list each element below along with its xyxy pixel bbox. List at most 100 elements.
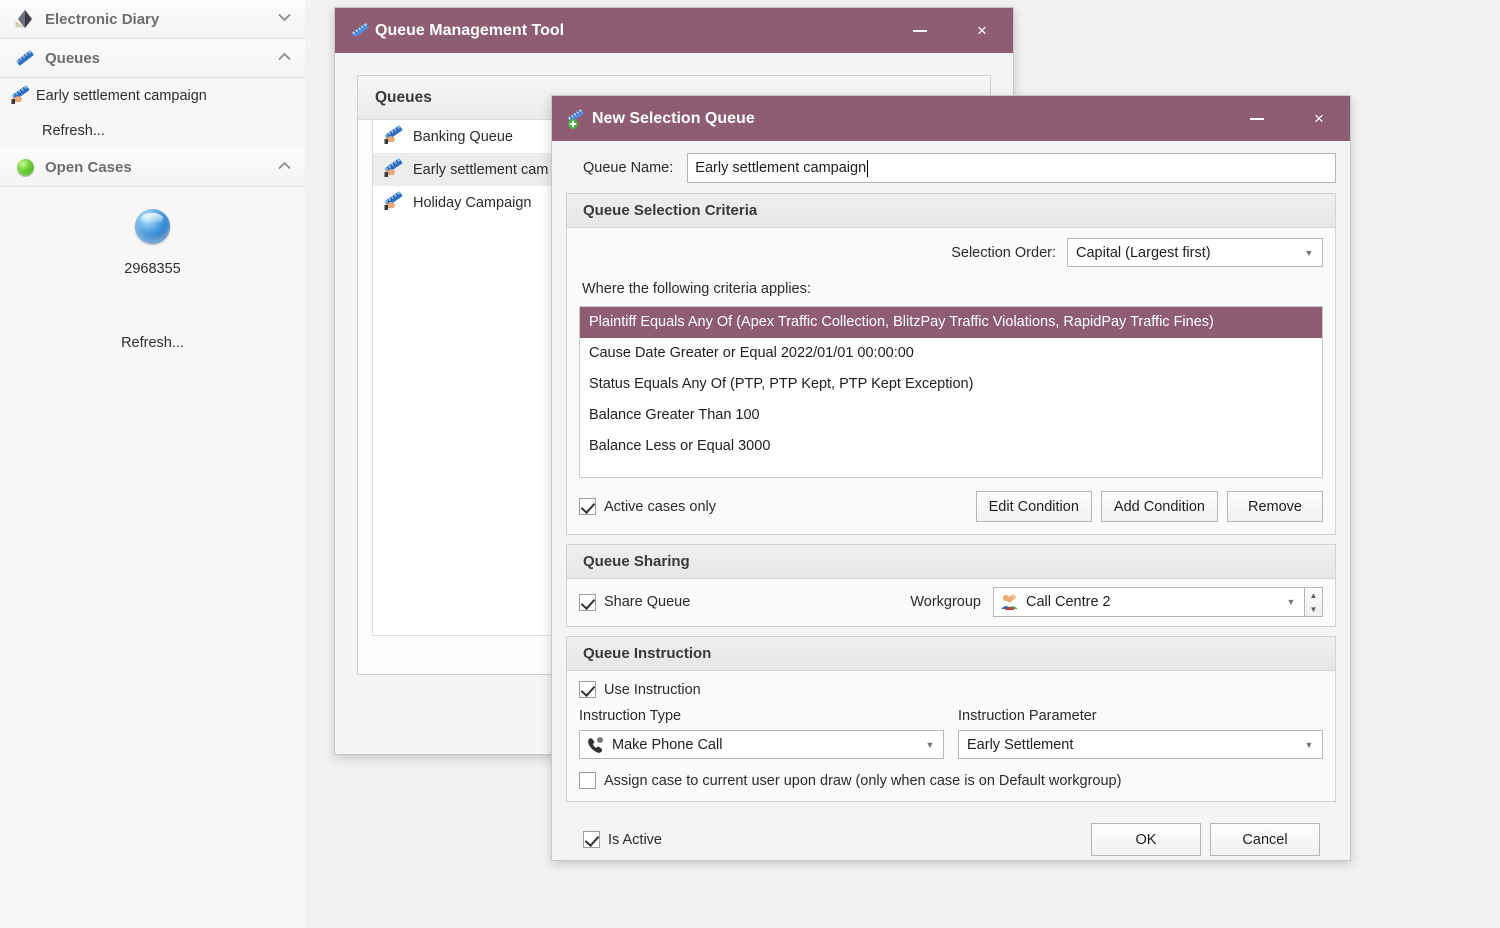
use-instruction-label: Use Instruction — [604, 681, 701, 698]
criteria-actions: Active cases only Edit Condition Add Con… — [579, 491, 1323, 522]
sidebar-queues-refresh[interactable]: Refresh... — [0, 114, 305, 148]
checkbox-box — [579, 772, 596, 789]
instruction-parameter-label: Instruction Parameter — [958, 708, 1097, 724]
group-title: Queue Selection Criteria — [567, 194, 1335, 228]
add-condition-button[interactable]: Add Condition — [1100, 491, 1218, 522]
instruction-type-column: Instruction Type Make Phone Call ▼ — [579, 708, 944, 759]
sidebar-refresh-label: Refresh... — [42, 123, 105, 139]
criteria-list[interactable]: Plaintiff Equals Any Of (Apex Traffic Co… — [579, 306, 1323, 478]
criteria-row[interactable]: Balance Less or Equal 3000 — [580, 431, 1322, 462]
new-queue-icon — [566, 108, 592, 130]
green-sphere-icon — [14, 157, 36, 177]
sidebar-section-title: Open Cases — [45, 158, 132, 176]
assign-case-checkbox[interactable]: Assign case to current user upon draw (o… — [579, 772, 1323, 789]
share-queue-row: Share Queue Workgroup Call Centre 2 ▼ ▲ … — [579, 587, 1323, 617]
close-icon[interactable]: × — [1288, 96, 1350, 141]
selection-order-dropdown[interactable]: Capital (Largest first) ▼ — [1067, 238, 1323, 267]
chevron-down-icon[interactable]: ▼ — [1296, 239, 1322, 266]
sidebar-section-electronic-diary[interactable]: Electronic Diary — [0, 0, 305, 39]
chevron-up-icon[interactable] — [278, 52, 291, 63]
criteria-intro-label: Where the following criteria applies: — [582, 281, 811, 297]
instruction-type-label: Instruction Type — [579, 708, 682, 724]
dialog-action-buttons: OK Cancel — [1082, 823, 1320, 856]
workgroup-people-icon — [1000, 593, 1026, 611]
checkbox-box — [579, 498, 596, 515]
group-title: Queue Instruction — [567, 637, 1335, 671]
dialog-titlebar: New Selection Queue – × — [552, 96, 1350, 141]
open-cases-bubble-icon[interactable] — [135, 209, 170, 244]
ok-button[interactable]: OK — [1091, 823, 1201, 856]
dialog-title: New Selection Queue — [592, 109, 755, 127]
sharing-group-body: Share Queue Workgroup Call Centre 2 ▼ ▲ … — [567, 579, 1335, 626]
dialog-body: Queue Name: Early settlement campaign Qu… — [552, 141, 1350, 856]
workgroup-dropdown[interactable]: Call Centre 2 ▼ — [993, 587, 1305, 617]
selection-order-label: Selection Order: — [951, 244, 1056, 261]
qmt-title: Queue Management Tool — [375, 21, 565, 39]
spinner-down-icon[interactable]: ▼ — [1305, 602, 1322, 616]
qmt-window-controls: – × — [889, 8, 1013, 53]
sidebar-item-label: Early settlement campaign — [36, 88, 207, 104]
queue-hand-icon — [10, 84, 36, 109]
close-icon[interactable]: × — [951, 8, 1013, 53]
chevron-up-icon[interactable] — [278, 161, 291, 172]
sidebar-section-title: Electronic Diary — [45, 10, 160, 28]
sidebar-section-open-cases[interactable]: Open Cases — [0, 148, 305, 187]
remove-button[interactable]: Remove — [1227, 491, 1323, 522]
chevron-down-icon[interactable]: ▼ — [917, 731, 943, 758]
queue-name-label: Queue Name: — [583, 160, 674, 176]
sidebar-section-queues[interactable]: Queues — [0, 39, 305, 78]
checkbox-box — [579, 593, 596, 611]
queue-sharing-group: Queue Sharing Share Queue Workgroup Call… — [566, 544, 1336, 627]
is-active-checkbox[interactable]: Is Active — [583, 831, 662, 848]
chevron-down-icon[interactable]: ▼ — [1296, 731, 1322, 758]
selection-order-row: Selection Order: Capital (Largest first)… — [579, 238, 1323, 267]
workgroup-spinner[interactable]: ▲ ▼ — [1305, 587, 1323, 617]
criteria-row[interactable]: Status Equals Any Of (PTP, PTP Kept, PTP… — [580, 369, 1322, 400]
phone-call-icon — [586, 736, 612, 754]
instruction-columns: Instruction Type Make Phone Call ▼ Instr… — [579, 708, 1323, 759]
assign-case-label: Assign case to current user upon draw (o… — [604, 772, 1122, 789]
chevron-down-icon[interactable] — [278, 13, 291, 24]
chevron-down-icon[interactable]: ▼ — [1278, 588, 1304, 616]
checkbox-box — [583, 831, 600, 848]
instruction-parameter-column: Instruction Parameter Early Settlement ▼ — [958, 708, 1323, 759]
left-sidebar: Electronic Diary Queues Early settlement… — [0, 0, 305, 928]
instruction-parameter-dropdown[interactable]: Early Settlement ▼ — [958, 730, 1323, 759]
criteria-group-body: Selection Order: Capital (Largest first)… — [567, 228, 1335, 534]
minimize-button[interactable]: – — [889, 8, 951, 53]
use-instruction-checkbox[interactable]: Use Instruction — [579, 681, 1323, 698]
qmt-titlebar: Queue Management Tool – × — [335, 8, 1013, 53]
open-cases-body: 2968355 Refresh... — [0, 187, 305, 351]
dialog-footer: Is Active OK Cancel — [566, 811, 1336, 856]
edit-condition-button[interactable]: Edit Condition — [975, 491, 1092, 522]
active-cases-only-label: Active cases only — [604, 498, 717, 515]
queue-instruction-group: Queue Instruction Use Instruction Instru… — [566, 636, 1336, 802]
queue-hand-icon — [383, 124, 413, 149]
cancel-button[interactable]: Cancel — [1210, 823, 1320, 856]
queue-hand-icon — [383, 190, 413, 215]
selection-order-value: Capital (Largest first) — [1076, 244, 1211, 261]
minimize-button[interactable]: – — [1226, 96, 1288, 141]
queue-list-item-label: Holiday Campaign — [413, 194, 532, 211]
dialog-window-controls: – × — [1226, 96, 1350, 141]
instruction-type-value: Make Phone Call — [612, 736, 723, 753]
sidebar-item-early-settlement-campaign[interactable]: Early settlement campaign — [0, 78, 305, 114]
queue-name-input[interactable]: Early settlement campaign — [687, 153, 1336, 183]
spinner-up-icon[interactable]: ▲ — [1305, 588, 1322, 602]
workgroup-label: Workgroup — [910, 594, 981, 610]
queue-list-item-label: Banking Queue — [413, 128, 513, 145]
checkbox-box — [579, 681, 596, 698]
criteria-row[interactable]: Cause Date Greater or Equal 2022/01/01 0… — [580, 338, 1322, 369]
diary-icon — [14, 9, 36, 29]
queue-list-item-label: Early settlement cam — [413, 161, 549, 178]
criteria-row[interactable]: Balance Greater Than 100 — [580, 400, 1322, 431]
instruction-group-body: Use Instruction Instruction Type Make Ph… — [567, 671, 1335, 801]
share-queue-checkbox[interactable]: Share Queue — [579, 593, 690, 611]
instruction-parameter-value: Early Settlement — [967, 736, 1074, 753]
queue-name-value: Early settlement campaign — [695, 160, 867, 176]
instruction-type-dropdown[interactable]: Make Phone Call ▼ — [579, 730, 944, 759]
criteria-row[interactable]: Plaintiff Equals Any Of (Apex Traffic Co… — [580, 307, 1322, 338]
workgroup-value: Call Centre 2 — [1026, 594, 1111, 610]
active-cases-only-checkbox[interactable]: Active cases only — [579, 498, 716, 515]
open-cases-refresh[interactable]: Refresh... — [0, 335, 305, 351]
